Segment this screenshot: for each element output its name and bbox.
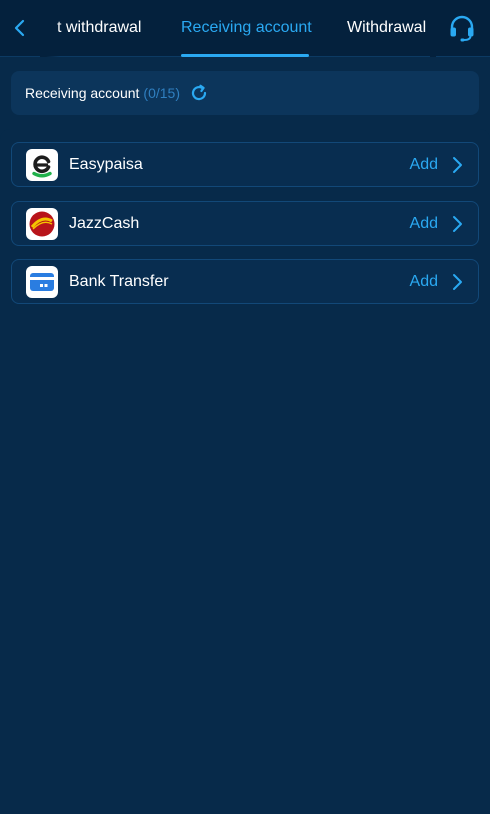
active-tab-indicator [181, 54, 309, 57]
back-button[interactable] [6, 14, 34, 42]
payment-methods-panel: Easypaisa Add JazzCash Add Bank Transfer… [0, 129, 490, 814]
summary-label: Receiving account [25, 85, 140, 101]
method-easypaisa[interactable]: Easypaisa Add [11, 142, 479, 187]
chevron-right-icon [450, 155, 464, 175]
method-name: Easypaisa [69, 156, 143, 173]
refresh-icon [191, 84, 207, 101]
tab-receiving-account[interactable]: Receiving account [181, 0, 312, 57]
headset-icon [450, 15, 474, 42]
app-root: t withdrawal Receiving account Withdrawa… [0, 0, 490, 814]
tab-withdrawal[interactable]: t withdrawal [57, 0, 141, 57]
account-count: (0/15) [143, 85, 180, 101]
chevron-right-icon [450, 214, 464, 234]
method-name: JazzCash [69, 215, 140, 232]
tab-fade-left [40, 0, 60, 57]
tab-withdrawal-records[interactable]: Withdrawal l [347, 0, 434, 57]
jazzcash-logo-icon [26, 208, 58, 240]
tab-strip[interactable]: t withdrawal Receiving account Withdrawa… [40, 0, 436, 57]
customer-support-button[interactable] [446, 12, 478, 44]
receiving-account-summary: Receiving account (0/15) [11, 71, 479, 115]
add-easypaisa-button[interactable]: Add [410, 143, 438, 186]
top-nav-bar: t withdrawal Receiving account Withdrawa… [0, 0, 490, 57]
bank-card-icon [26, 266, 58, 298]
add-bank-transfer-button[interactable]: Add [410, 260, 438, 303]
add-jazzcash-button[interactable]: Add [410, 202, 438, 245]
method-name: Bank Transfer [69, 273, 169, 290]
refresh-button[interactable] [189, 83, 209, 103]
tab-fade-right [430, 0, 436, 57]
easypaisa-logo-icon [26, 149, 58, 181]
method-bank-transfer[interactable]: Bank Transfer Add [11, 259, 479, 304]
chevron-right-icon [450, 272, 464, 292]
chevron-left-icon [14, 19, 25, 37]
method-jazzcash[interactable]: JazzCash Add [11, 201, 479, 246]
